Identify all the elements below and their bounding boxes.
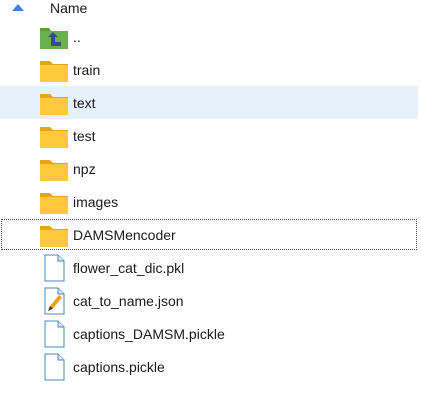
list-item-file-flower-cat-dic[interactable]: flower_cat_dic.pkl [0,251,418,284]
column-header[interactable]: Name [0,0,421,18]
list-item-parent[interactable]: .. [0,20,418,53]
item-label: flower_cat_dic.pkl [73,260,185,276]
folder-icon [38,56,70,84]
folder-icon [38,155,70,183]
list-item-folder-damsmencoder[interactable]: DAMSMencoder [0,218,418,251]
item-label: images [73,194,119,210]
list-item-file-captions-damsm[interactable]: captions_DAMSM.pickle [0,317,418,350]
item-label: captions.pickle [73,359,165,375]
folder-icon [38,89,70,117]
item-label: DAMSMencoder [73,227,176,243]
file-list: .. train text test npz images DAMSMencod… [0,20,421,383]
list-item-folder-test[interactable]: test [0,119,418,152]
list-item-folder-train[interactable]: train [0,53,418,86]
up-folder-icon [38,23,70,51]
file-icon [38,254,70,282]
name-column-header[interactable]: Name [50,0,87,17]
item-label: train [73,62,101,78]
list-item-folder-text[interactable]: text [0,86,418,119]
sort-ascending-icon[interactable] [12,4,24,11]
list-item-folder-images[interactable]: images [0,185,418,218]
folder-icon [38,221,70,249]
item-label: test [73,128,96,144]
item-label: cat_to_name.json [73,293,184,309]
item-label: npz [73,161,96,177]
item-label: text [73,95,96,111]
json-file-icon [38,287,70,315]
list-item-file-captions[interactable]: captions.pickle [0,350,418,383]
folder-icon [38,188,70,216]
folder-icon [38,122,70,150]
file-icon [38,320,70,348]
file-icon [38,353,70,381]
item-label: captions_DAMSM.pickle [73,326,225,342]
item-label: .. [73,29,81,45]
list-item-folder-npz[interactable]: npz [0,152,418,185]
list-item-file-cat-to-name[interactable]: cat_to_name.json [0,284,418,317]
